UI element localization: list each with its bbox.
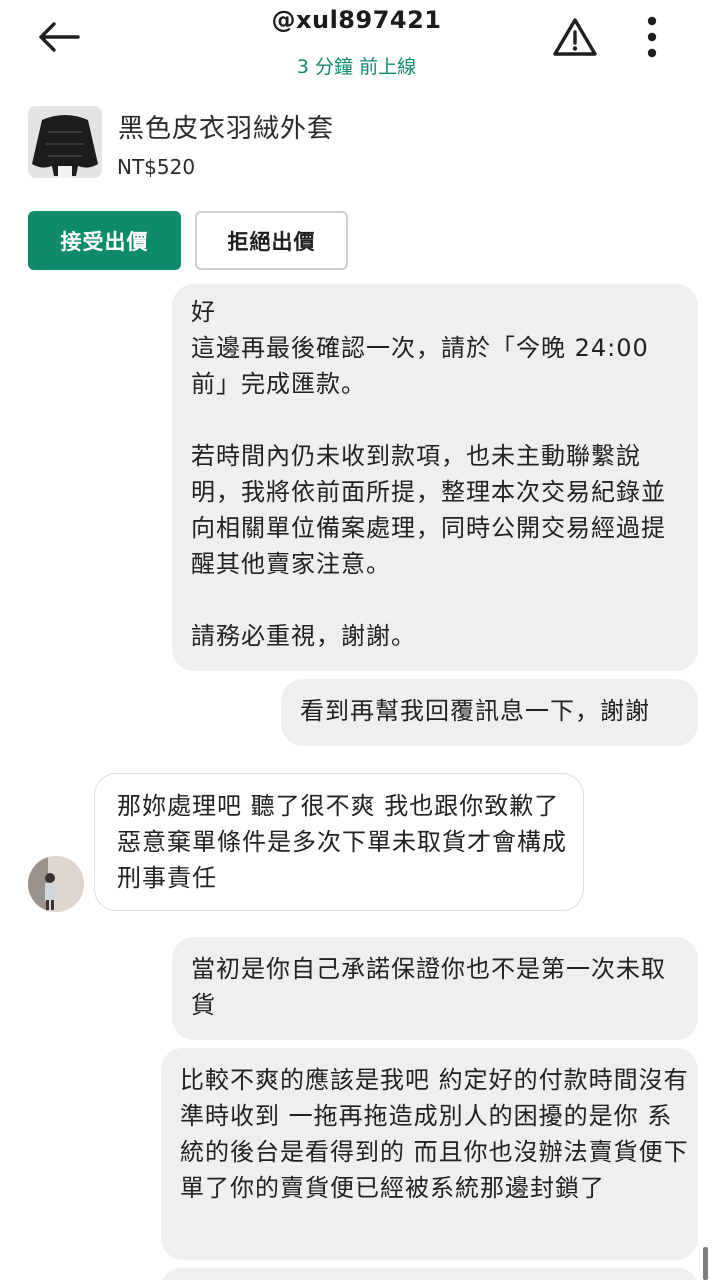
chat-screen: @xul897421 3 分鐘 前上線 黑色皮衣羽絨外套 NT$520 接受出價… (0, 0, 713, 1280)
report-button[interactable] (550, 12, 600, 62)
scrollbar[interactable] (703, 1247, 708, 1280)
accept-offer-button[interactable]: 接受出價 (28, 211, 181, 270)
message-bubble-sent: 好 這邊再最後確認一次，請於「今晚 24:00 前」完成匯款。 若時間內仍未收到… (172, 284, 698, 671)
listing-title: 黑色皮衣羽絨外套 (118, 114, 335, 144)
more-options-button[interactable] (630, 12, 674, 62)
message-bubble-sent-partial (161, 1268, 698, 1280)
reject-offer-button[interactable]: 拒絕出價 (195, 211, 348, 270)
chat-username: @xul897421 (271, 6, 442, 34)
warning-triangle-icon (553, 18, 597, 56)
message-bubble-sent: 比較不爽的應該是我吧 約定好的付款時間沒有準時收到 一拖再拖造成別人的困擾的是你… (161, 1048, 698, 1260)
more-vertical-icon (647, 16, 657, 58)
listing-thumbnail[interactable] (28, 106, 102, 178)
online-status: 3 分鐘 前上線 (296, 56, 417, 78)
avatar[interactable] (28, 856, 84, 912)
message-bubble-sent: 當初是你自己承諾保證你也不是第一次未取貨 (172, 937, 698, 1040)
message-bubble-received: 那妳處理吧 聽了很不爽 我也跟你致歉了 惡意棄單條件是多次下單未取貨才會構成刑事… (94, 773, 584, 911)
listing-price: NT$520 (117, 155, 196, 179)
message-bubble-sent: 看到再幫我回覆訊息一下，謝謝 (281, 679, 698, 746)
